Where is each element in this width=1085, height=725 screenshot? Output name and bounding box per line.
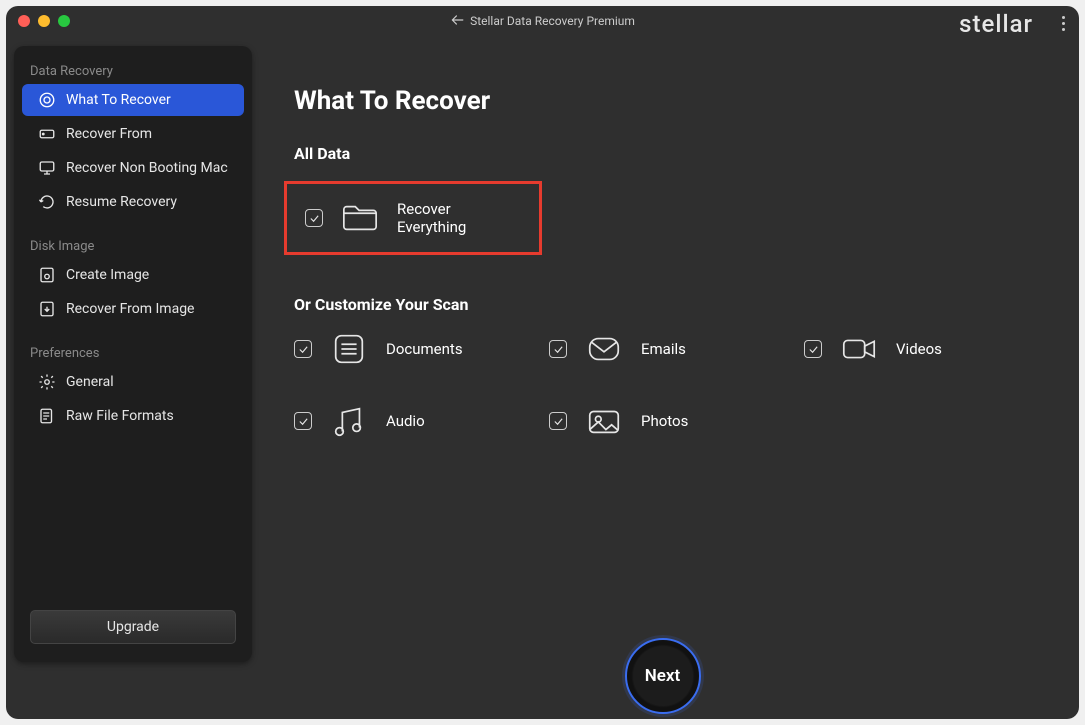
sidebar-item-recover-non-booting[interactable]: Recover Non Booting Mac [22, 152, 244, 184]
folder-icon [341, 201, 379, 235]
video-icon [840, 332, 878, 366]
recover-everything-highlight: Recover Everything [284, 181, 542, 255]
checkbox-videos[interactable] [804, 340, 822, 358]
checkbox-photos[interactable] [549, 412, 567, 430]
page-title: What To Recover [294, 86, 1059, 116]
recover-everything-option[interactable]: Recover Everything [305, 200, 521, 236]
next-button-label: Next [645, 666, 681, 686]
sidebar-item-create-image[interactable]: Create Image [22, 259, 244, 291]
option-label: Photos [641, 412, 688, 430]
file-list-icon [38, 407, 56, 425]
titlebar: Stellar Data Recovery Premium stellar [6, 6, 1079, 36]
sidebar-item-label: What To Recover [66, 92, 171, 108]
option-videos[interactable]: Videos [804, 332, 1049, 366]
sidebar-item-label: Raw File Formats [66, 408, 174, 424]
option-documents[interactable]: Documents [294, 332, 539, 366]
more-menu-icon[interactable] [1062, 16, 1065, 31]
audio-icon [330, 404, 368, 438]
sidebar-item-resume-recovery[interactable]: Resume Recovery [22, 186, 244, 218]
next-button[interactable]: Next [625, 638, 701, 714]
sidebar-item-label: Recover Non Booting Mac [66, 160, 228, 176]
checkbox-emails[interactable] [549, 340, 567, 358]
upgrade-button[interactable]: Upgrade [30, 610, 236, 644]
window-title: Stellar Data Recovery Premium [450, 13, 635, 30]
customize-heading: Or Customize Your Scan [294, 295, 1059, 314]
all-data-heading: All Data [294, 144, 1059, 163]
sidebar-item-recover-from-image[interactable]: Recover From Image [22, 293, 244, 325]
sidebar-item-label: Create Image [66, 267, 149, 283]
sidebar: Data Recovery What To Recover Recover Fr… [14, 46, 252, 662]
sidebar-section-disk-image: Disk Image [14, 233, 252, 258]
refresh-icon [38, 193, 56, 211]
monitor-icon [38, 159, 56, 177]
sidebar-item-raw-file-formats[interactable]: Raw File Formats [22, 400, 244, 432]
minimize-window-button[interactable] [38, 15, 50, 27]
sidebar-item-label: General [66, 374, 114, 390]
sidebar-item-what-to-recover[interactable]: What To Recover [22, 84, 244, 116]
option-photos[interactable]: Photos [549, 404, 794, 438]
drive-icon [38, 125, 56, 143]
option-audio[interactable]: Audio [294, 404, 539, 438]
option-label: Documents [386, 340, 463, 358]
sidebar-item-label: Resume Recovery [66, 194, 177, 210]
main-panel: What To Recover All Data Recover Everyth… [266, 62, 1059, 709]
target-icon [38, 91, 56, 109]
recover-everything-label: Recover Everything [397, 200, 521, 236]
option-label: Videos [896, 340, 942, 358]
sidebar-item-recover-from[interactable]: Recover From [22, 118, 244, 150]
sidebar-item-label: Recover From [66, 126, 152, 142]
photo-icon [585, 404, 623, 438]
disk-arrow-icon [38, 300, 56, 318]
sidebar-section-preferences: Preferences [14, 340, 252, 365]
scan-options-grid: Documents Emails Videos Audio Photos [294, 332, 1049, 438]
app-window: Stellar Data Recovery Premium stellar Da… [6, 6, 1079, 719]
app-title-text: Stellar Data Recovery Premium [470, 14, 635, 28]
window-controls [18, 15, 70, 27]
checkbox-documents[interactable] [294, 340, 312, 358]
close-window-button[interactable] [18, 15, 30, 27]
gear-icon [38, 373, 56, 391]
option-label: Audio [386, 412, 425, 430]
document-icon [330, 332, 368, 366]
maximize-window-button[interactable] [58, 15, 70, 27]
brand-logo: stellar [959, 10, 1033, 38]
email-icon [585, 332, 623, 366]
sidebar-item-label: Recover From Image [66, 301, 194, 317]
disk-icon [38, 266, 56, 284]
sidebar-item-general[interactable]: General [22, 366, 244, 398]
sidebar-section-data-recovery: Data Recovery [14, 58, 252, 83]
option-emails[interactable]: Emails [549, 332, 794, 366]
checkbox-recover-everything[interactable] [305, 209, 323, 227]
option-label: Emails [641, 340, 686, 358]
checkbox-audio[interactable] [294, 412, 312, 430]
back-arrow-icon[interactable] [450, 13, 464, 30]
